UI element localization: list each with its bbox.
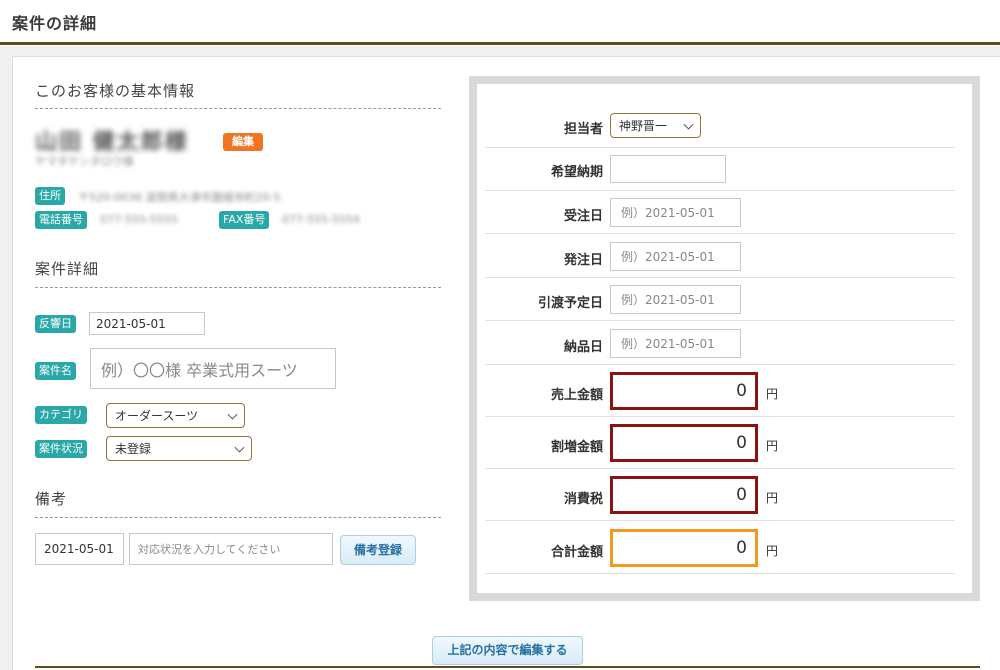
staff-value: 神野晋一 [619, 119, 668, 133]
tax-amount-input[interactable]: 0 [610, 476, 758, 514]
desired-delivery-input[interactable] [610, 155, 726, 183]
fax-tag: FAX番号 [219, 211, 270, 229]
case-name-tag: 案件名 [35, 362, 76, 380]
status-tag: 案件状況 [35, 440, 87, 458]
surcharge-amount-label: 割増金額 [550, 440, 603, 455]
customer-address: 〒520-0036 滋賀県大津市園城寺町20-5 [78, 191, 281, 204]
section-divider [35, 287, 441, 288]
note-date-input[interactable]: 2021-05-01 [35, 533, 124, 565]
note-text-input[interactable]: 対応状況を入力してください [129, 533, 333, 565]
handover-date-input[interactable]: 例）2021-05-01 [610, 285, 741, 314]
customer-name: 山田 健太郎様 [35, 130, 189, 155]
status-value: 未登録 [115, 442, 152, 456]
row-divider [485, 416, 955, 417]
ship-date-label: 発注日 [563, 253, 603, 268]
handover-date-label: 引渡予定日 [537, 296, 603, 311]
customer-section-title: このお客様の基本情報 [35, 82, 196, 100]
row-divider [485, 147, 955, 148]
sales-amount-label: 売上金額 [550, 388, 603, 403]
response-date-tag: 反響日 [35, 315, 76, 333]
yen-unit: 円 [766, 439, 779, 453]
row-divider [485, 520, 955, 521]
yen-unit: 円 [766, 387, 779, 401]
submit-edit-button[interactable]: 上記の内容で編集する [432, 636, 583, 665]
total-amount-input[interactable]: 0 [610, 529, 758, 567]
total-amount-label: 合計金額 [550, 545, 603, 560]
row-divider [485, 277, 955, 278]
delivery-date-label: 納品日 [563, 340, 603, 355]
tax-label: 消費税 [563, 492, 603, 507]
chevron-down-icon [227, 409, 238, 420]
surcharge-amount-input[interactable]: 0 [610, 424, 758, 462]
category-tag: カテゴリ [35, 406, 87, 424]
row-divider [485, 320, 955, 321]
staff-select[interactable]: 神野晋一 [610, 113, 701, 138]
page-title: 案件の詳細 [12, 14, 98, 33]
customer-fax: 077-555-5554 [282, 213, 360, 226]
yen-unit: 円 [766, 544, 779, 558]
category-select[interactable]: オーダースーツ [106, 403, 245, 428]
row-divider [485, 573, 955, 574]
address-tag: 住所 [35, 187, 65, 205]
yen-unit: 円 [766, 491, 779, 505]
row-divider [485, 233, 955, 234]
section-divider [35, 517, 441, 518]
ship-date-input[interactable]: 例）2021-05-01 [610, 242, 741, 271]
category-value: オーダースーツ [115, 409, 199, 423]
staff-label: 担当者 [563, 122, 603, 137]
page-header: 案件の詳細 [0, 0, 1000, 46]
customer-phone: 077-555-5555 [100, 213, 178, 226]
customer-kana: ヤマダケンタロウ様 [35, 155, 134, 168]
chevron-down-icon [234, 442, 245, 453]
edit-customer-button[interactable]: 編集 [223, 133, 263, 151]
sales-amount-input[interactable]: 0 [610, 372, 758, 410]
status-select[interactable]: 未登録 [106, 436, 252, 461]
response-date-input[interactable]: 2021-05-01 [89, 312, 205, 335]
delivery-date-input[interactable]: 例）2021-05-01 [610, 329, 741, 358]
footer-divider [35, 666, 980, 668]
section-divider [35, 108, 441, 109]
order-date-input[interactable]: 例）2021-05-01 [610, 198, 741, 227]
notes-section-title: 備考 [35, 490, 68, 508]
row-divider [485, 468, 955, 469]
row-divider [485, 364, 955, 365]
desired-delivery-label: 希望納期 [550, 165, 603, 180]
chevron-down-icon [683, 119, 694, 130]
row-divider [485, 190, 955, 191]
order-date-label: 受注日 [563, 209, 603, 224]
register-note-button[interactable]: 備考登録 [340, 535, 416, 565]
case-section-title: 案件詳細 [35, 260, 100, 278]
case-name-input[interactable]: 例）〇〇様 卒業式用スーツ [90, 348, 336, 389]
phone-tag: 電話番号 [35, 211, 87, 229]
header-divider [0, 42, 1000, 45]
